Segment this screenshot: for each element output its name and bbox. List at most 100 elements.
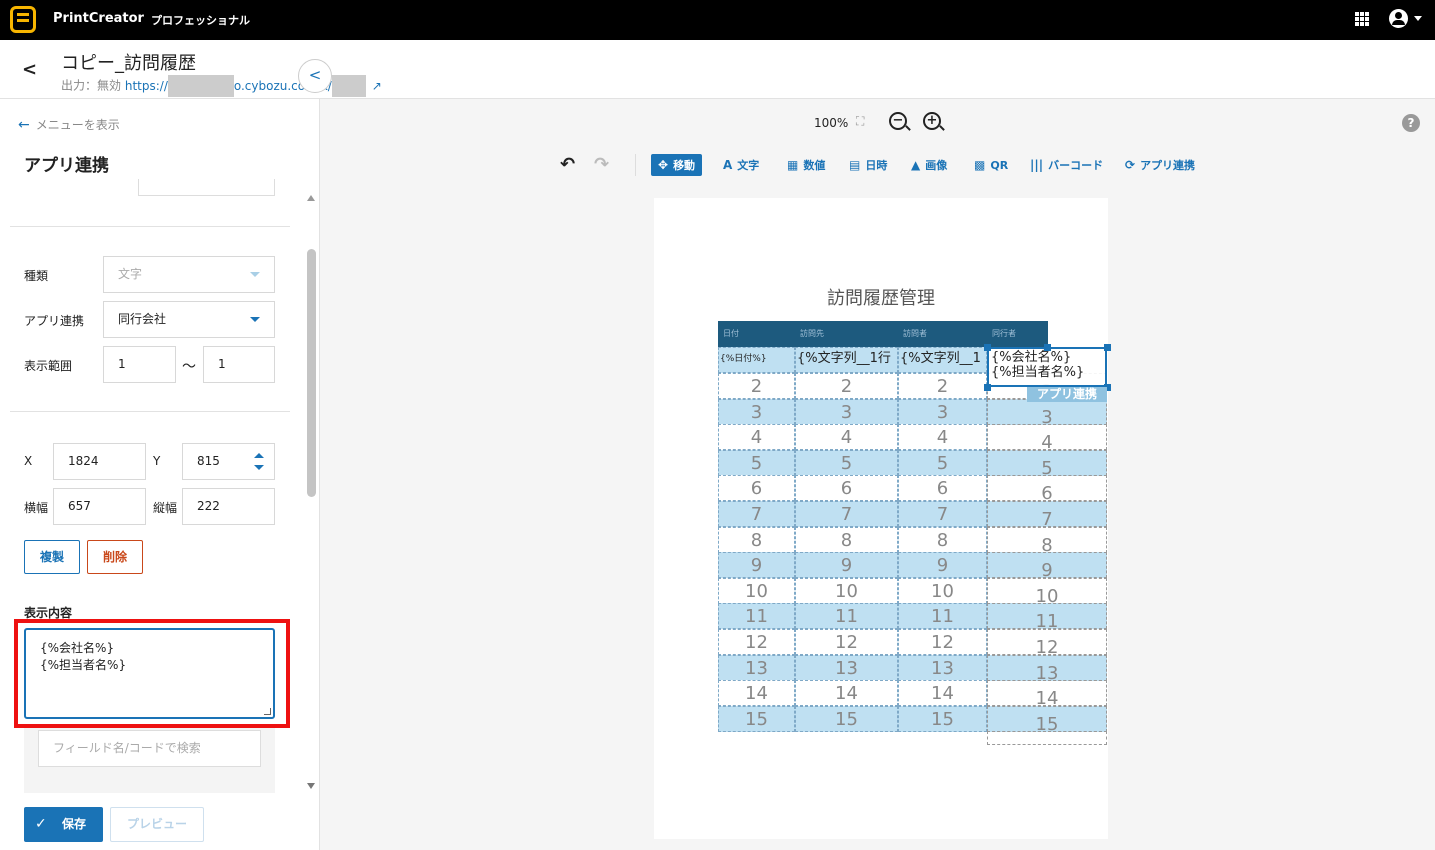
document-page: 訪問履歴管理 日付 訪問先 訪問者 同行者 {%日付%} {%文字列__1行 {%文字列__… <box>654 198 1111 839</box>
resize-handle[interactable] <box>984 344 991 351</box>
account-icon[interactable] <box>1389 9 1408 28</box>
account-caret-icon[interactable] <box>1414 16 1422 21</box>
table-cell: 13 <box>795 654 898 681</box>
table-cell: 11 <box>898 603 987 630</box>
barcode-icon: ||| <box>1030 158 1044 172</box>
scroll-up-icon[interactable] <box>307 195 315 201</box>
tool-app-link[interactable]: ⟳ アプリ連携 <box>1125 154 1195 176</box>
companion-cell: 12 <box>987 629 1107 658</box>
table-cell: 8 <box>898 526 987 553</box>
show-menu-link[interactable]: ← メニューを表示 <box>18 116 120 133</box>
preview-button: プレビュー <box>110 807 204 842</box>
document-title: 訪問履歴管理 <box>827 288 935 309</box>
x-label: X <box>24 454 33 468</box>
tool-barcode-label: バーコード <box>1048 159 1104 172</box>
companion-cell <box>987 731 1107 746</box>
app-link-label: アプリ連携 <box>24 314 85 328</box>
table-cell: 12 <box>718 629 795 655</box>
tool-move[interactable]: ✥ 移動 <box>651 154 703 176</box>
y-value: 815 <box>197 454 220 468</box>
tool-qr[interactable]: ▩ QR <box>974 154 1008 176</box>
resize-handle[interactable] <box>1044 344 1051 351</box>
type-value: 文字 <box>118 267 143 281</box>
collapse-sidebar-button[interactable]: < <box>298 59 332 93</box>
table-cell: 15 <box>898 705 987 732</box>
resize-handle[interactable] <box>1104 344 1111 351</box>
table-cell: 2 <box>795 373 898 399</box>
range-from-input[interactable]: 1 <box>103 346 176 383</box>
table-header-cell: 訪問者 <box>898 321 987 347</box>
table-cell: 10 <box>718 577 795 604</box>
fit-screen-icon[interactable]: ⛶ <box>856 114 870 128</box>
undo-icon[interactable]: ↶ <box>560 154 575 175</box>
divider <box>10 226 290 227</box>
tool-image[interactable]: ▲ 画像 <box>911 154 947 176</box>
calendar-icon: ▤ <box>849 158 861 172</box>
height-input[interactable]: 222 <box>182 488 275 525</box>
save-button[interactable]: ✓ 保存 <box>24 807 103 842</box>
table-cell: 8 <box>718 526 795 553</box>
table-cell: 7 <box>795 501 898 527</box>
table-cell: 14 <box>795 680 898 707</box>
duplicate-button[interactable]: 複製 <box>24 540 80 574</box>
sidebar-scrollbar[interactable] <box>307 249 316 497</box>
width-input[interactable]: 657 <box>53 488 146 525</box>
app-link-select[interactable]: 同行会社 <box>103 301 275 338</box>
move-icon: ✥ <box>658 158 669 172</box>
table-cell: 13 <box>718 654 795 681</box>
scroll-down-icon[interactable] <box>307 783 315 789</box>
zoom-out-icon[interactable]: − <box>889 112 907 130</box>
table-cell: 9 <box>795 552 898 579</box>
table-cell: 4 <box>718 424 795 451</box>
table-cell: 12 <box>795 629 898 655</box>
table-cell: 9 <box>718 552 795 579</box>
delete-button[interactable]: 削除 <box>87 540 143 574</box>
chevron-down-icon <box>250 272 260 277</box>
tool-datetime-label: 日時 <box>865 159 888 172</box>
redacted-block <box>167 75 234 97</box>
sidebar: ← メニューを表示 アプリ連携 種類 文字 アプリ連携 同行会社 表示範囲 1 〜… <box>0 99 320 850</box>
highlight-annotation <box>14 619 290 728</box>
tool-text[interactable]: A 文字 <box>723 154 759 176</box>
arrow-left-icon: ← <box>18 117 30 133</box>
table-cell: 12 <box>898 629 987 655</box>
check-icon: ✓ <box>35 816 47 832</box>
resize-handle[interactable] <box>984 384 991 391</box>
table-cell: 11 <box>795 603 898 630</box>
tool-number[interactable]: ▦ 数値 <box>787 154 825 176</box>
selected-app-link-element[interactable]: {%会社名%} {%担当者名%} <box>987 347 1107 387</box>
template-cell: {%文字列__1行 <box>795 347 898 373</box>
divider <box>10 411 290 412</box>
tool-app-link-label: アプリ連携 <box>1140 159 1196 172</box>
field-search-input[interactable]: フィールド名/コードで検索 <box>38 730 261 767</box>
back-button[interactable]: < <box>22 59 37 80</box>
range-label: 表示範囲 <box>24 359 73 373</box>
table-header-cell: 日付 <box>718 321 795 347</box>
companion-cell: 11 <box>987 603 1107 632</box>
range-separator: 〜 <box>182 359 196 375</box>
save-label: 保存 <box>62 817 87 831</box>
stepper-icon[interactable] <box>254 452 264 472</box>
table-cell: 5 <box>898 449 987 476</box>
zoom-level: 100% <box>814 116 849 130</box>
y-input[interactable]: 815 <box>182 443 275 480</box>
companion-cell: 10 <box>987 577 1107 607</box>
x-input[interactable]: 1824 <box>53 443 146 480</box>
template-cell: {%日付%} <box>718 347 795 373</box>
app-name: PrintCreator <box>53 11 144 26</box>
toolbar-divider <box>635 154 636 176</box>
zoom-in-icon[interactable]: + <box>923 112 941 130</box>
external-link-icon[interactable]: ↗ <box>372 79 382 93</box>
output-status: 出力：無効 <box>61 78 122 93</box>
field-remnant <box>138 179 275 196</box>
tool-image-label: 画像 <box>925 159 948 172</box>
tool-barcode[interactable]: ||| バーコード <box>1030 154 1103 176</box>
table-cell: 10 <box>795 577 898 604</box>
tool-datetime[interactable]: ▤ 日時 <box>849 154 887 176</box>
range-to-input[interactable]: 1 <box>203 346 275 383</box>
companion-cell: 7 <box>987 501 1107 530</box>
help-icon[interactable]: ? <box>1402 114 1420 132</box>
table-cell: 5 <box>718 449 795 476</box>
app-grid-icon[interactable] <box>1355 12 1369 26</box>
redacted-block <box>331 75 366 97</box>
